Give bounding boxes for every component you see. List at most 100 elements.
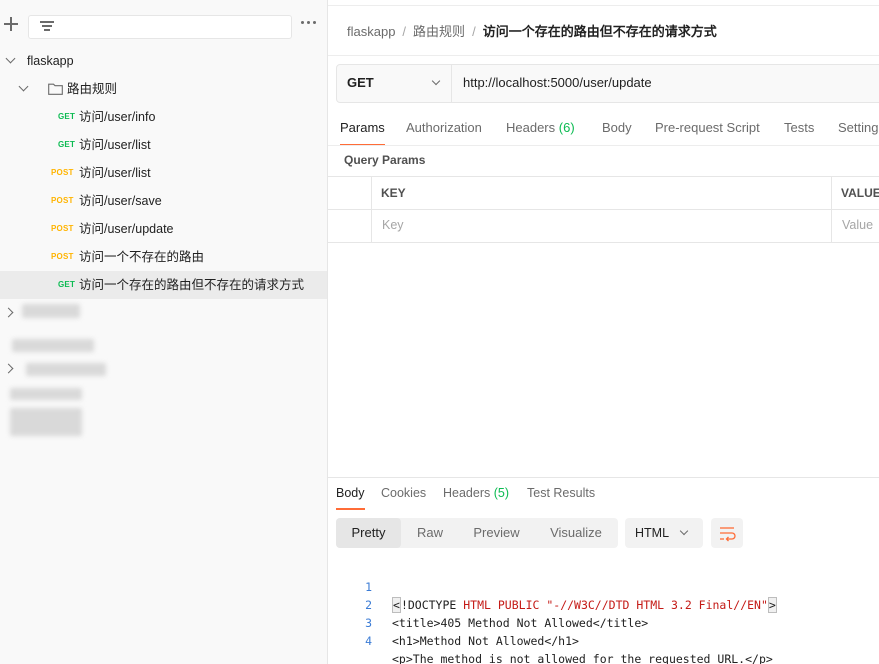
query-params-title: Query Params: [344, 153, 426, 167]
breadcrumb-collection[interactable]: flaskapp: [347, 24, 395, 39]
view-preview[interactable]: Preview: [459, 518, 534, 548]
method-select[interactable]: GET: [337, 65, 452, 102]
code-token: >: [767, 597, 777, 613]
chevron-down-icon: [431, 76, 441, 86]
more-options-icon[interactable]: [300, 19, 318, 27]
format-select[interactable]: HTML: [625, 518, 703, 548]
code-token: !DOCTYPE: [400, 598, 457, 612]
request-name: 访问/user/list: [79, 138, 151, 152]
code-line: 1 <!DOCTYPE HTML PUBLIC "-//W3C//DTD HTM…: [328, 560, 777, 613]
code-token: HTML PUBLIC: [456, 598, 547, 612]
tab-strip: [328, 0, 879, 6]
method-badge: GET: [58, 112, 76, 121]
redacted-collection[interactable]: [26, 363, 106, 376]
code-text: <h1>Method Not Allowed</h1>: [392, 634, 579, 648]
column-key: KEY: [381, 186, 406, 200]
tab-body[interactable]: Body: [602, 118, 632, 148]
chevron-down-icon: [5, 53, 16, 64]
line-number: 4: [365, 634, 372, 648]
request-name: 访问/user/info: [79, 110, 156, 124]
request-name: 访问/user/save: [79, 194, 162, 208]
wrap-lines-button[interactable]: [711, 518, 743, 548]
request-item-active[interactable]: GET 访问一个存在的路由但不存在的请求方式: [0, 271, 327, 299]
code-token: "-//W3C//DTD HTML 3.2 Final//EN": [546, 598, 768, 612]
response-tab-cookies[interactable]: Cookies: [381, 486, 426, 500]
code-text: <p>The method is not allowed for the req…: [392, 652, 773, 664]
view-pretty[interactable]: Pretty: [336, 518, 401, 548]
collection-flaskapp[interactable]: flaskapp: [0, 47, 327, 75]
request-item[interactable]: GET 访问/user/info: [0, 103, 327, 131]
folder-icon: [48, 83, 63, 95]
code-line: 4 <p>The method is not allowed for the r…: [328, 614, 773, 664]
breadcrumb-separator: /: [472, 24, 476, 39]
request-name: 访问一个存在的路由但不存在的请求方式: [79, 278, 305, 292]
redacted-collection[interactable]: [22, 304, 80, 318]
value-input[interactable]: Value: [842, 218, 873, 232]
code-line: 3 <h1>Method Not Allowed</h1>: [328, 596, 579, 648]
code-text: <title>405 Method Not Allowed</title>: [392, 616, 649, 630]
breadcrumb-separator: /: [402, 24, 407, 39]
request-item[interactable]: GET 访问/user/list: [0, 131, 327, 159]
method-badge: POST: [51, 252, 74, 261]
response-tab-test-results[interactable]: Test Results: [527, 486, 595, 500]
redacted-collection[interactable]: [12, 339, 94, 352]
table-border: [328, 242, 879, 243]
tab-settings[interactable]: Setting: [838, 118, 878, 148]
redacted-collection[interactable]: [10, 388, 82, 400]
request-editor: flaskapp / 路由规则 / 访问一个存在的路由但不存在的请求方式 GET htt…: [328, 0, 879, 664]
chevron-right-icon[interactable]: [3, 307, 14, 318]
method-badge: POST: [51, 196, 74, 205]
code-text: <!DOCTYPE HTML PUBLIC "-//W3C//DTD HTML …: [392, 596, 777, 614]
column-value: VALUE: [841, 186, 879, 200]
response-divider[interactable]: [328, 477, 879, 478]
query-params-table: KEY VALUE Key Value: [328, 176, 879, 243]
breadcrumb-current[interactable]: 访问一个存在的路由但不存在的请求方式: [483, 24, 717, 39]
redacted-collection[interactable]: [10, 408, 82, 436]
sidebar-toolbar: [0, 10, 328, 44]
method-badge: POST: [51, 224, 74, 233]
sidebar: flaskapp 路由规则 GET 访问/user/info GET 访问/us…: [0, 0, 328, 664]
key-input[interactable]: Key: [382, 218, 404, 232]
method-badge: POST: [51, 168, 74, 177]
table-border: [328, 176, 879, 177]
tab-authorization[interactable]: Authorization: [406, 118, 482, 148]
code-token: <: [392, 597, 401, 613]
tab-tests[interactable]: Tests: [784, 118, 814, 148]
filter-icon: [40, 21, 54, 33]
request-name: 访问/user/list: [79, 166, 151, 180]
table-border: [328, 209, 879, 210]
chevron-down-icon: [18, 81, 29, 92]
tab-headers-label: Headers: [506, 120, 556, 135]
response-tab-body[interactable]: Body: [336, 486, 365, 510]
format-value: HTML: [635, 526, 670, 540]
url-input[interactable]: http://localhost:5000/user/update: [463, 75, 652, 90]
method-badge: GET: [58, 140, 76, 149]
tab-prerequest-script[interactable]: Pre-request Script: [655, 118, 760, 148]
tabs-divider: [328, 145, 879, 146]
method-value: GET: [347, 75, 374, 90]
view-visualize[interactable]: Visualize: [534, 518, 618, 548]
request-name: 访问一个不存在的路由: [79, 250, 205, 264]
breadcrumb-folder[interactable]: 路由规则: [413, 24, 465, 39]
request-item[interactable]: POST 访问/user/update: [0, 215, 327, 243]
view-mode-selector: Pretty Raw Preview Visualize: [336, 518, 618, 548]
postman-window: flaskapp 路由规则 GET 访问/user/info GET 访问/us…: [0, 0, 879, 664]
plus-icon[interactable]: [2, 15, 20, 33]
response-tab-headers[interactable]: Headers (5): [443, 486, 509, 500]
folder-route-rules[interactable]: 路由规则: [0, 75, 327, 103]
request-item[interactable]: POST 访问/user/save: [0, 187, 327, 215]
view-raw[interactable]: Raw: [401, 518, 459, 548]
tab-params[interactable]: Params: [340, 118, 385, 148]
request-name: 访问/user/update: [79, 222, 174, 236]
request-item[interactable]: POST 访问一个不存在的路由: [0, 243, 327, 271]
tab-headers[interactable]: Headers (6): [506, 118, 575, 148]
header-divider: [328, 55, 879, 56]
headers-count: (6): [558, 120, 575, 135]
chevron-right-icon[interactable]: [3, 363, 14, 374]
table-border: [371, 176, 372, 242]
collection-name: flaskapp: [27, 54, 74, 68]
table-border: [831, 176, 832, 242]
code-line: 2 <title>405 Method Not Allowed</title>: [328, 578, 648, 630]
filter-input[interactable]: [28, 15, 292, 39]
request-item[interactable]: POST 访问/user/list: [0, 159, 327, 187]
